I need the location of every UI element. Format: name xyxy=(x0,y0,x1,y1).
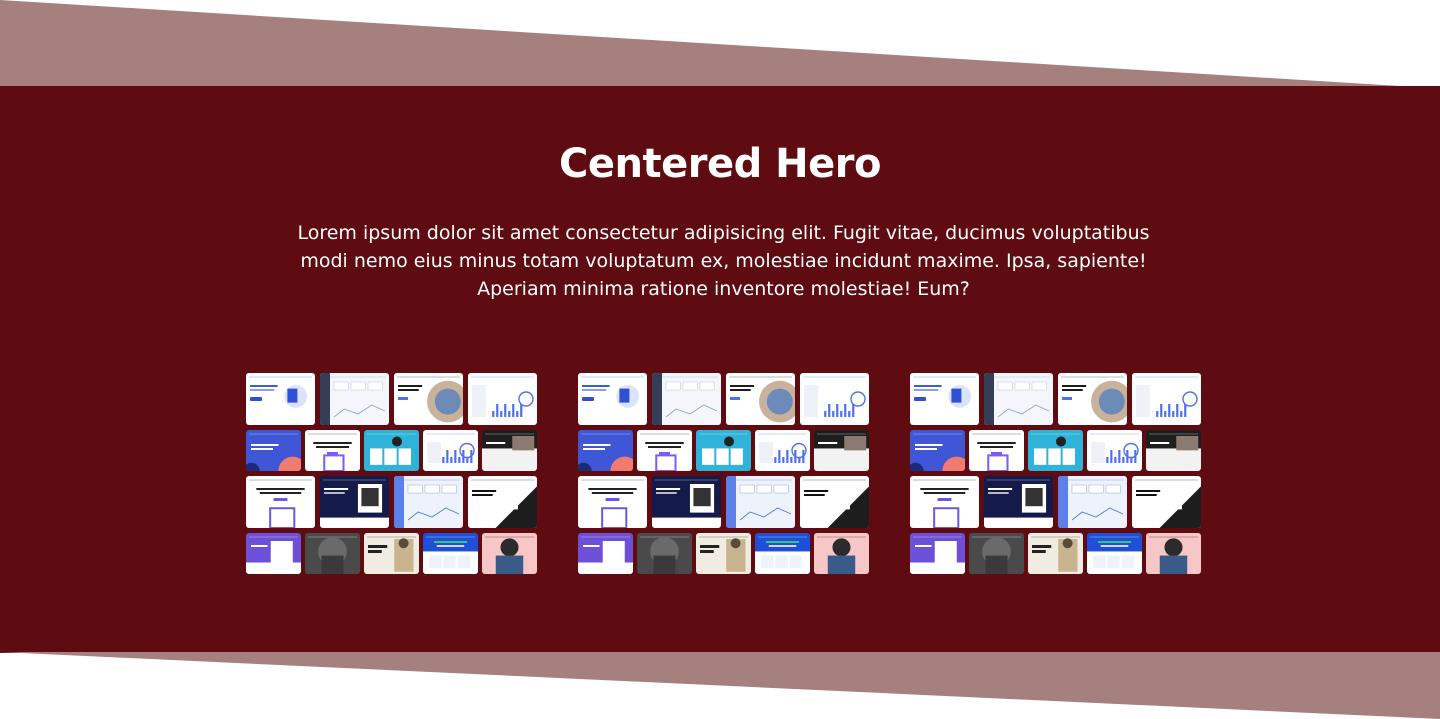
template-thumbnail xyxy=(423,430,478,471)
template-thumbnail xyxy=(910,430,965,471)
hero-description: Lorem ipsum dolor sit amet consectetur a… xyxy=(297,222,1150,300)
template-thumbnail xyxy=(1146,533,1201,574)
template-thumbnail xyxy=(246,533,301,574)
template-thumbnail xyxy=(814,430,869,471)
template-thumbnail xyxy=(1087,430,1142,471)
template-thumbnail xyxy=(800,373,869,425)
template-thumbnail xyxy=(1132,373,1201,425)
template-thumbnail xyxy=(578,476,647,528)
template-thumbnail xyxy=(305,430,360,471)
template-thumbnail xyxy=(755,533,810,574)
template-thumbnail xyxy=(637,533,692,574)
template-collage-3 xyxy=(910,373,1202,576)
template-thumbnail xyxy=(1146,430,1201,471)
template-thumbnail xyxy=(394,373,463,425)
template-thumbnail xyxy=(726,373,795,425)
template-thumbnail xyxy=(726,476,795,528)
template-thumbnail xyxy=(394,476,463,528)
bottom-wedge-shape xyxy=(0,652,1440,719)
template-thumbnail xyxy=(320,476,389,528)
template-thumbnail xyxy=(1058,373,1127,425)
template-thumbnail xyxy=(482,533,537,574)
template-thumbnail xyxy=(696,533,751,574)
template-thumbnail xyxy=(1028,430,1083,471)
template-thumbnail xyxy=(482,430,537,471)
template-thumbnail xyxy=(800,476,869,528)
template-thumbnail xyxy=(246,373,315,425)
template-thumbnail xyxy=(969,533,1024,574)
template-thumbnail xyxy=(1087,533,1142,574)
hero-title: Centered Hero xyxy=(559,141,881,187)
template-collage-2 xyxy=(578,373,870,576)
template-thumbnail xyxy=(364,533,419,574)
template-thumbnail xyxy=(984,373,1053,425)
template-thumbnail xyxy=(1132,476,1201,528)
template-thumbnail xyxy=(423,533,478,574)
template-thumbnail xyxy=(578,430,633,471)
hero-section: Centered Hero Lorem ipsum dolor sit amet… xyxy=(0,86,1440,653)
template-collage-1 xyxy=(246,373,538,576)
template-thumbnail xyxy=(696,430,751,471)
template-thumbnail xyxy=(578,373,647,425)
template-thumbnail xyxy=(814,533,869,574)
template-thumbnail xyxy=(637,430,692,471)
template-thumbnail xyxy=(320,373,389,425)
template-thumbnail xyxy=(364,430,419,471)
template-thumbnail xyxy=(652,373,721,425)
template-thumbnail xyxy=(578,533,633,574)
template-thumbnail xyxy=(910,476,979,528)
template-thumbnail xyxy=(910,373,979,425)
template-thumbnail xyxy=(305,533,360,574)
template-thumbnail xyxy=(1028,533,1083,574)
template-thumbnail xyxy=(246,430,301,471)
top-wedge-shape xyxy=(0,0,1400,86)
template-thumbnail xyxy=(910,533,965,574)
template-thumbnail xyxy=(969,430,1024,471)
template-thumbnail xyxy=(468,373,537,425)
template-thumbnail xyxy=(652,476,721,528)
template-thumbnail xyxy=(755,430,810,471)
template-thumbnail xyxy=(468,476,537,528)
template-thumbnail xyxy=(984,476,1053,528)
template-thumbnail xyxy=(246,476,315,528)
template-thumbnail xyxy=(1058,476,1127,528)
